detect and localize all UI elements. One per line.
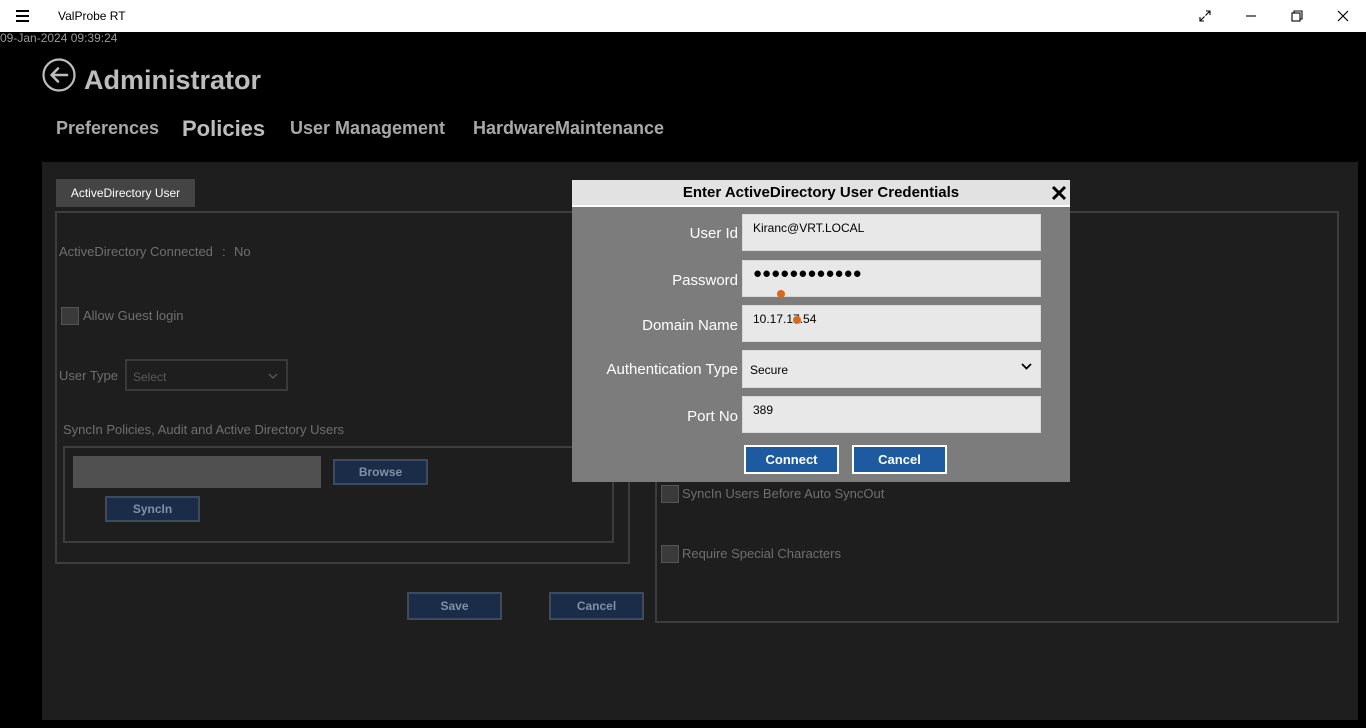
user-type-placeholder: Select: [133, 370, 167, 384]
restore-button[interactable]: [1274, 0, 1320, 32]
title-bar: ValProbe RT: [0, 0, 1366, 32]
dialog-cancel-button[interactable]: Cancel: [852, 445, 947, 474]
expand-icon: [1199, 10, 1211, 22]
domain-name-value: 10.17.17.54: [753, 312, 817, 326]
auth-type-select[interactable]: Secure: [742, 350, 1041, 388]
hamburger-menu-icon[interactable]: [10, 6, 34, 26]
save-button[interactable]: Save: [407, 592, 502, 620]
require-special-checkbox[interactable]: [661, 545, 679, 563]
allow-guest-checkbox[interactable]: [61, 307, 79, 325]
fullscreen-button[interactable]: [1182, 0, 1228, 32]
touch-point-indicator: [777, 290, 785, 298]
sync-before-autosync-label: SyncIn Users Before Auto SyncOut: [682, 486, 885, 501]
tab-preferences[interactable]: Preferences: [56, 118, 159, 139]
password-value: ●●●●●●●●●●●●: [753, 265, 862, 282]
tab-hardware-maintenance[interactable]: HardwareMaintenance: [473, 118, 664, 139]
user-type-label: User Type: [59, 368, 119, 383]
timestamp: 09-Jan-2024 09:39:24: [0, 31, 118, 45]
ad-connected-label: ActiveDirectory Connected: [59, 244, 213, 259]
connect-button[interactable]: Connect: [744, 445, 839, 474]
port-no-label: Port No: [687, 408, 738, 425]
user-id-value: Kiranc@VRT.LOCAL: [753, 221, 865, 235]
back-arrow-icon: [42, 58, 76, 92]
user-type-select[interactable]: Select: [125, 359, 288, 391]
touch-point-indicator: [793, 316, 801, 324]
tab-user-management[interactable]: User Management: [290, 118, 445, 139]
close-window-button[interactable]: [1320, 0, 1366, 32]
auth-type-label: Authentication Type: [606, 361, 738, 378]
password-input[interactable]: ●●●●●●●●●●●●: [742, 260, 1041, 297]
minimize-icon: [1246, 15, 1256, 17]
syncin-button[interactable]: SyncIn: [105, 496, 200, 522]
app-title: ValProbe RT: [58, 9, 126, 23]
browse-button[interactable]: Browse: [333, 459, 428, 485]
domain-name-input[interactable]: 10.17.17.54: [742, 305, 1041, 342]
ad-connected-value: No: [234, 244, 251, 259]
close-icon: [1337, 10, 1349, 22]
close-icon: [1051, 185, 1067, 201]
auth-type-value: Secure: [750, 363, 789, 377]
chevron-down-icon: [1021, 363, 1032, 370]
user-id-label: User Id: [689, 225, 738, 242]
password-label: Password: [672, 272, 738, 289]
minimize-button[interactable]: [1228, 0, 1274, 32]
cancel-button[interactable]: Cancel: [549, 592, 644, 620]
sync-section-label: SyncIn Policies, Audit and Active Direct…: [63, 422, 345, 437]
page-title: Administrator: [84, 65, 262, 95]
subtab-activedirectory-user[interactable]: ActiveDirectory User: [56, 179, 195, 207]
domain-name-label: Domain Name: [642, 317, 738, 334]
user-id-input[interactable]: Kiranc@VRT.LOCAL: [742, 214, 1041, 251]
sync-before-autosync-checkbox[interactable]: [661, 485, 679, 503]
ad-connected-separator: :: [222, 244, 226, 259]
tab-policies[interactable]: Policies: [182, 116, 265, 142]
port-no-value: 389: [753, 403, 774, 417]
dialog-close-button[interactable]: [1048, 182, 1070, 204]
require-special-label: Require Special Characters: [682, 546, 841, 561]
dialog-header: Enter ActiveDirectory User Credentials: [572, 180, 1070, 207]
port-no-input[interactable]: 389: [742, 396, 1041, 433]
allow-guest-label: Allow Guest login: [83, 308, 184, 323]
back-button[interactable]: [42, 58, 76, 92]
restore-icon: [1291, 10, 1303, 22]
chevron-down-icon: [268, 373, 278, 379]
ad-credentials-dialog: Enter ActiveDirectory User Credentials U…: [572, 180, 1070, 482]
file-path-input[interactable]: [73, 456, 321, 488]
dialog-title: Enter ActiveDirectory User Credentials: [682, 184, 960, 201]
